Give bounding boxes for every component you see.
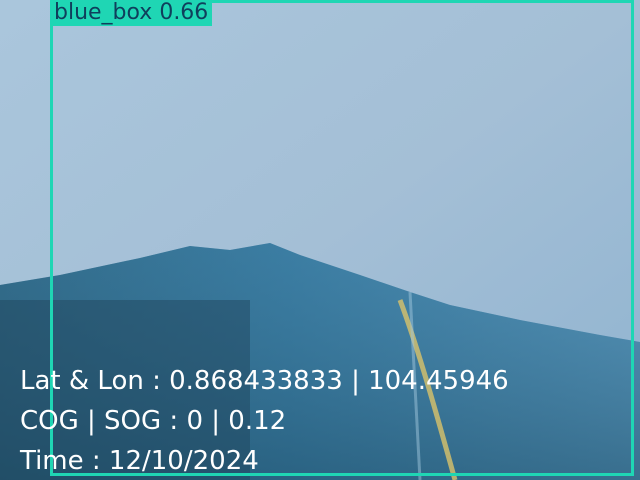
detection-box	[50, 0, 634, 476]
lat-lon-readout: Lat & Lon : 0.868433833 | 104.45946	[20, 366, 509, 396]
time-readout: Time : 12/10/2024	[20, 446, 259, 476]
detection-label: blue_box 0.66	[50, 0, 213, 26]
cog-sog-readout: COG | SOG : 0 | 0.12	[20, 406, 287, 436]
